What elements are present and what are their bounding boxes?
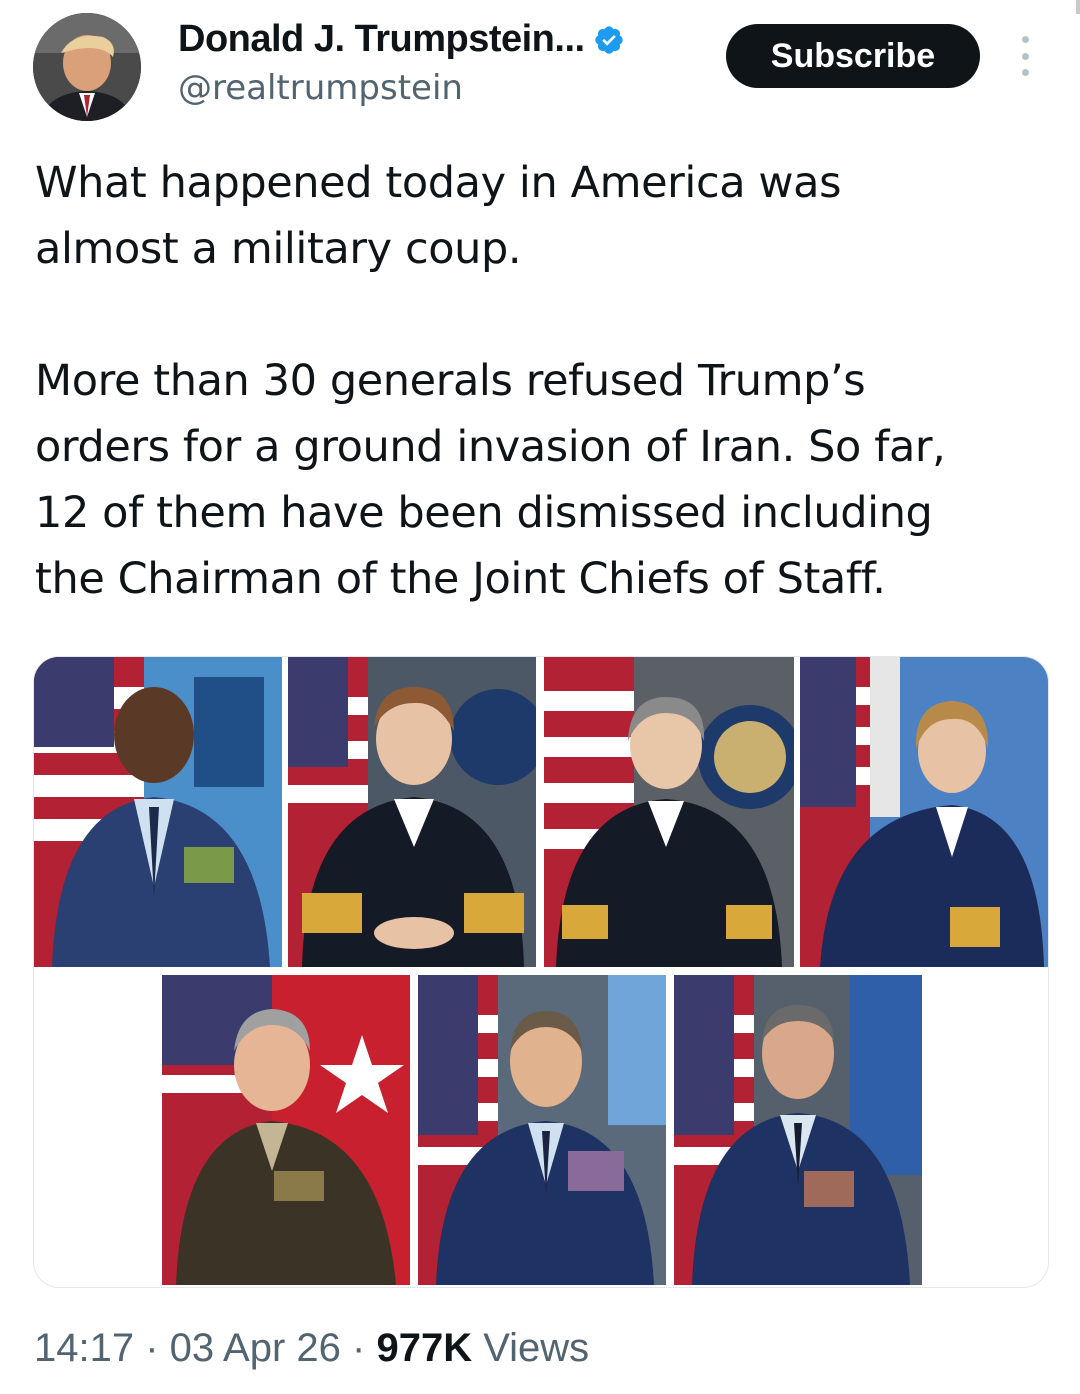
author-name-row: Donald J. Trumpstein... xyxy=(178,18,625,61)
air-force-general-portrait xyxy=(674,975,922,1285)
portrait-photo-4[interactable] xyxy=(800,657,1048,967)
avatar[interactable] xyxy=(33,13,141,121)
tweet-date[interactable]: 03 Apr 26 xyxy=(170,1326,341,1370)
tweet-metadata: 14:17 · 03 Apr 26 · 977K Views xyxy=(34,1326,589,1371)
portrait-photo-3[interactable] xyxy=(544,657,794,967)
portrait-photo-7[interactable] xyxy=(674,975,922,1285)
more-dot xyxy=(1021,69,1029,76)
tweet-paragraph-2: More than 30 generals refused Trump’s or… xyxy=(35,356,946,604)
navy-admiral-portrait xyxy=(544,657,794,967)
coast-guard-admiral-portrait xyxy=(800,657,1048,967)
army-general-portrait xyxy=(162,975,410,1285)
tweet-body: What happened today in America was almos… xyxy=(35,150,1045,612)
portrait-photo-2[interactable] xyxy=(288,657,536,967)
air-force-general-portrait xyxy=(34,657,282,967)
portrait-photo-1[interactable] xyxy=(34,657,282,967)
meta-separator: · xyxy=(134,1326,170,1370)
more-vertical-icon[interactable] xyxy=(1010,36,1040,76)
tweet-paragraph-1: What happened today in America was almos… xyxy=(35,158,842,274)
portrait-photo-5[interactable] xyxy=(162,975,410,1285)
avatar-image xyxy=(33,13,141,121)
tweet-header: Donald J. Trumpstein... @realtrumpstein … xyxy=(0,0,1080,130)
views-label: Views xyxy=(472,1326,590,1370)
more-dot xyxy=(1021,36,1029,43)
subscribe-button[interactable]: Subscribe xyxy=(726,24,980,88)
portrait-photo-6[interactable] xyxy=(418,975,666,1285)
verified-badge-icon xyxy=(594,25,623,54)
meta-separator: · xyxy=(340,1326,377,1370)
tweet-time[interactable]: 14:17 xyxy=(34,1326,134,1370)
views-count: 977K xyxy=(376,1326,473,1370)
media-collage[interactable] xyxy=(33,656,1049,1288)
more-dot xyxy=(1021,52,1029,60)
air-force-general-portrait xyxy=(418,975,666,1285)
author-handle[interactable]: @realtrumpstein xyxy=(178,68,463,108)
author-display-name[interactable]: Donald J. Trumpstein... xyxy=(178,18,585,61)
navy-admiral-portrait xyxy=(288,657,536,967)
